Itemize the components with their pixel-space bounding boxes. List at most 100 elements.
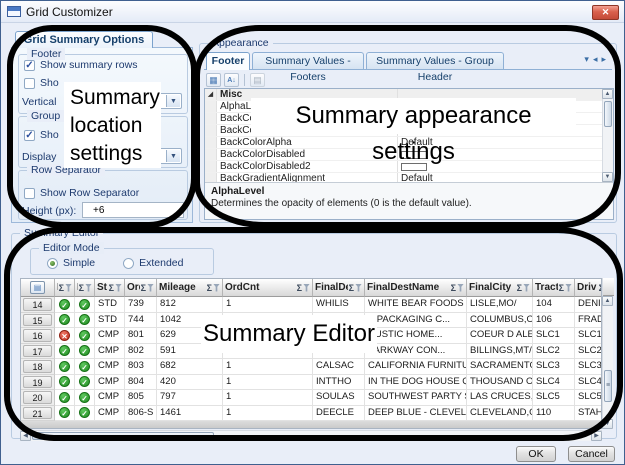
flag-cell[interactable]: ✓ [75,375,95,391]
grid-cell[interactable]: RUSTIC HOME... [365,328,467,344]
row-number-button[interactable]: 15 [23,314,52,327]
filter-icon[interactable] [115,284,122,292]
grid-cell[interactable]: 682 [157,359,223,375]
grid-cell[interactable]: CMP [95,359,125,375]
grid-cell[interactable]: 1 [223,328,313,344]
grid-cell[interactable]: 1042 [157,313,223,329]
property-value[interactable] [398,125,602,136]
property-value[interactable] [398,113,602,124]
property-row[interactable]: BackColorAlphaDefault [205,137,602,149]
column-header-FinalCity[interactable]: FinalCityΣ [467,279,533,297]
flag-cell[interactable]: ✓ [75,313,95,329]
row-header-cell[interactable]: 18 [21,359,55,375]
scrollbar-thumb[interactable]: ≡ [604,370,612,402]
column-header-Mileage[interactable]: MileageΣ [157,279,223,297]
grid-cell[interactable]: 104 [533,297,575,313]
grid-cell[interactable]: STD [95,313,125,329]
grid-cell[interactable]: CMP [95,390,125,406]
grid-cell[interactable] [313,328,365,344]
height-px-input[interactable] [82,202,184,218]
grid-cell[interactable]: CMP [95,375,125,391]
grid-cell[interactable]: CLEVELAND,OH/ [467,406,533,422]
grid-cell[interactable]: COLUMBUS,OH/ [467,313,533,329]
grid-cell[interactable]: MANCOL [313,313,365,329]
column-header-F[interactable]: FΣ [55,279,75,297]
flag-cell[interactable]: ✓ [55,313,75,329]
property-row[interactable]: BackColor2 [205,125,602,137]
row-number-button[interactable]: 16 [23,329,52,342]
row-header-cell[interactable]: 21 [21,406,55,422]
scroll-down-icon[interactable]: ▼ [602,419,613,429]
row-number-button[interactable]: 17 [23,345,52,358]
sigma-icon[interactable]: Σ [297,283,302,293]
grid-cell[interactable]: SLC2 [575,344,602,360]
property-value[interactable] [398,161,602,172]
display-combo[interactable]: ▼ [90,148,182,164]
grid-cell[interactable]: PARKWAY CON... [365,344,467,360]
grid-cell[interactable]: 744 [125,313,157,329]
grid-cell[interactable]: 797 [157,390,223,406]
grid-cell[interactable]: 804 [125,375,157,391]
scroll-right-icon[interactable]: ▶ [591,431,602,441]
flag-cell[interactable]: ✓ [55,375,75,391]
color-swatch[interactable] [401,151,427,159]
grid-cell[interactable]: THOUSAND OA... [467,375,533,391]
color-swatch[interactable] [401,163,427,171]
grid-cell[interactable] [313,344,365,360]
scroll-right-icon[interactable]: ▸ [601,54,606,65]
field-chooser-icon[interactable]: ▤ [30,281,45,294]
ok-button[interactable]: OK [516,446,556,462]
scroll-down-icon[interactable]: ▼ [602,172,613,182]
filter-icon[interactable] [565,284,572,292]
row-number-button[interactable]: 18 [23,360,52,373]
grid-cell[interactable]: 106 [533,313,575,329]
grid-cell[interactable]: SLC3 [575,359,602,375]
grid-cell[interactable]: 591 [157,344,223,360]
grid-cell[interactable]: SLC1 [533,328,575,344]
flag-cell[interactable]: ✓ [55,406,75,422]
property-category-row[interactable]: ◢Misc [205,89,602,101]
column-header-F[interactable]: FΣ [75,279,95,297]
grid-cell[interactable]: CALSAC [313,359,365,375]
flag-cell[interactable]: ✓ [75,344,95,360]
scroll-left-icon[interactable]: ◀ [20,431,31,441]
categorized-icon[interactable]: ▦ [206,73,221,87]
filter-icon[interactable] [147,284,154,292]
tab-footer[interactable]: Footer [206,52,250,70]
grid-cell[interactable]: BILLINGS,MT/ [467,344,533,360]
grid-cell[interactable]: 801 [125,328,157,344]
grid-cell[interactable]: CMP [95,344,125,360]
column-header-Driv[interactable]: DrivΣ [575,279,602,297]
grid-hscrollbar[interactable]: ◀ ⋯ ▶ [20,430,602,441]
grid-cell[interactable]: INTTHO [313,375,365,391]
show-footer-checkbox[interactable]: Sho [24,77,59,89]
property-value[interactable]: Default [398,137,602,148]
grid-cell[interactable]: SLC3 [533,359,575,375]
radio-extended[interactable]: Extended [123,257,183,269]
grid-cell[interactable]: 806-S [125,406,157,422]
show-row-separator-checkbox[interactable]: Show Row Separator [24,187,139,199]
grid-cell[interactable]: 1 [223,390,313,406]
scroll-up-icon[interactable]: ▲ [602,296,613,306]
scroll-left-icon[interactable]: ◂ [593,54,598,65]
property-row[interactable]: BackColorDisabled [205,149,602,161]
cancel-button[interactable]: Cancel [568,446,615,462]
grid-cell[interactable]: 1 [223,313,313,329]
grid-cell[interactable]: WHITE BEAR FOODS [365,297,467,313]
grid-cell[interactable]: 629 [157,328,223,344]
row-header-cell[interactable]: 14 [21,297,55,313]
grid-cell[interactable]: DEEP BLUE - CLEVELAND [365,406,467,422]
show-group-summary-checkbox[interactable]: ✓ Sho [24,129,59,141]
grid-cell[interactable]: CALIFORNIA FURNITU... [365,359,467,375]
grid-cell[interactable]: SLC5 [575,390,602,406]
grid-cell[interactable]: 420 [157,375,223,391]
grid-cell[interactable]: STD [95,297,125,313]
tab-grid-summary-options[interactable]: Grid Summary Options [15,31,153,48]
grid-cell[interactable]: CMP [95,328,125,344]
grid-cell[interactable]: 802 [125,344,157,360]
sigma-icon[interactable]: Σ [349,283,354,293]
row-number-button[interactable]: 21 [23,407,52,420]
filter-icon[interactable] [303,284,310,292]
filter-icon[interactable] [355,284,362,292]
filter-icon[interactable] [85,284,92,292]
